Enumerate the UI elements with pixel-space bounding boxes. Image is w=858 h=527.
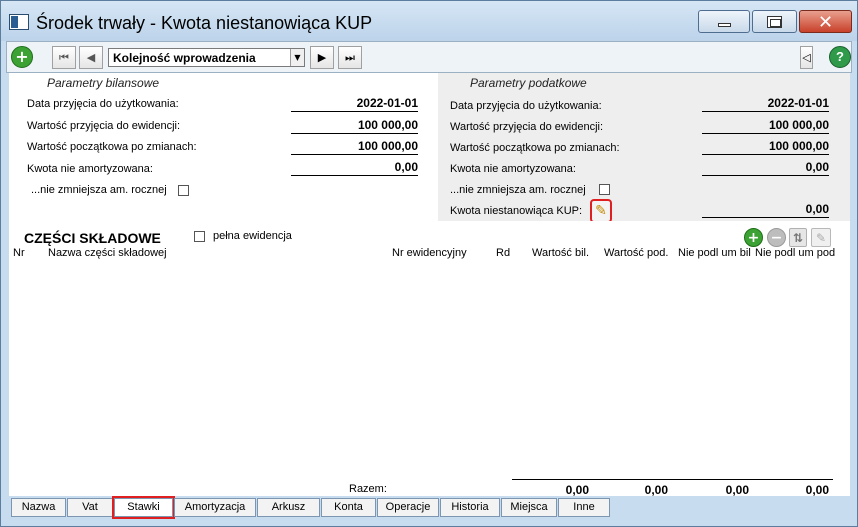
bilansowe-header: Parametry bilansowe	[47, 76, 160, 90]
column-header-nr[interactable]: Nr	[13, 247, 25, 259]
totals-divider	[512, 479, 833, 480]
column-header-rd[interactable]: Rd	[496, 247, 510, 259]
edit-component-icon[interactable]: ✎	[811, 228, 831, 247]
total-balance-value: 0,00	[565, 483, 589, 497]
total-non-amort-pod: 0,00	[805, 483, 829, 497]
tab-inne[interactable]: Inne	[558, 498, 610, 517]
bil-label-2: Wartość przyjęcia do ewidencji:	[27, 120, 181, 132]
full-record-checkbox[interactable]	[194, 231, 205, 242]
tab-stawki[interactable]: Stawki	[112, 496, 175, 519]
tab-operacje[interactable]: Operacje	[377, 498, 439, 517]
tab-amortyzacja[interactable]: Amortyzacja	[174, 498, 256, 517]
app-icon	[9, 14, 29, 30]
chevron-down-icon[interactable]: ▼	[290, 49, 304, 66]
last-record-button[interactable]: ⏭	[338, 46, 362, 69]
close-icon: ✕	[817, 12, 834, 33]
edit-pencil-icon[interactable]: ✎	[590, 199, 612, 223]
pod-label-1: Data przyjęcia do użytkowania:	[450, 100, 602, 112]
kup-value[interactable]: 0,00	[702, 202, 829, 218]
first-record-button[interactable]: ⏮	[52, 46, 76, 69]
add-component-icon[interactable]: +	[744, 228, 763, 247]
window: Środek trwały - Kwota niestanowiąca KUP …	[0, 0, 858, 527]
order-select-value: Kolejność wprowadzenia	[113, 51, 256, 65]
tab-bar: Nazwa Vat Stawki Amortyzacja Arkusz Kont…	[6, 496, 852, 521]
minimize-button[interactable]	[698, 10, 750, 33]
collapse-arrow-icon[interactable]: ◁	[800, 46, 813, 69]
next-record-button[interactable]: ▶	[310, 46, 334, 69]
tab-historia[interactable]: Historia	[440, 498, 500, 517]
bil-label-3: Wartość początkowa po zmianach:	[27, 141, 197, 153]
bil-label-1: Data przyjęcia do użytkowania:	[27, 98, 179, 110]
bil-value-2[interactable]: 100 000,00	[291, 118, 418, 134]
column-header-non-amort-pod[interactable]: Nie podl um pod	[755, 247, 835, 259]
pod-no-reduce-checkbox[interactable]	[599, 184, 610, 195]
total-tax-value: 0,00	[644, 483, 668, 497]
pod-value-3[interactable]: 100 000,00	[702, 139, 829, 155]
remove-component-icon[interactable]: −	[767, 228, 786, 247]
full-record-label: pełna ewidencja	[213, 230, 292, 242]
minimize-icon	[718, 23, 731, 27]
toolbar: + ⏮ ◀ Kolejność wprowadzenia ▼ ▶ ⏭ ◁ ?	[6, 41, 852, 73]
pod-label-3: Wartość początkowa po zmianach:	[450, 142, 620, 154]
window-title: Środek trwały - Kwota niestanowiąca KUP	[36, 13, 373, 33]
bil-no-reduce-checkbox[interactable]	[178, 185, 189, 196]
order-select[interactable]: Kolejność wprowadzenia ▼	[108, 48, 305, 67]
previous-record-button[interactable]: ◀	[79, 46, 103, 69]
bil-checkbox-label: ...nie zmniejsza am. rocznej	[31, 184, 167, 196]
column-header-inventory-number[interactable]: Nr ewidencyjny	[392, 247, 467, 259]
tab-miejsca[interactable]: Miejsca	[501, 498, 557, 517]
bil-value-1[interactable]: 2022-01-01	[291, 96, 418, 112]
help-icon[interactable]: ?	[829, 46, 851, 68]
maximize-icon	[767, 16, 782, 28]
column-header-non-amort-bil[interactable]: Nie podl um bil	[678, 247, 751, 259]
sort-arrows-icon[interactable]: ⇅	[789, 228, 807, 247]
components-section: CZĘŚCI SKŁADOWE pełna ewidencja + − ⇅ ✎ …	[9, 221, 850, 497]
total-label: Razem:	[349, 483, 387, 495]
tab-konta[interactable]: Konta	[321, 498, 376, 517]
add-icon[interactable]: +	[11, 46, 33, 68]
column-header-name[interactable]: Nazwa części składowej	[48, 247, 167, 259]
bil-value-3[interactable]: 100 000,00	[291, 139, 418, 155]
pod-value-2[interactable]: 100 000,00	[702, 118, 829, 134]
podatkowe-header: Parametry podatkowe	[470, 76, 587, 90]
parameters-panel: Parametry bilansowe Data przyjęcia do uż…	[9, 73, 850, 223]
pod-label-4: Kwota nie amortyzowana:	[450, 163, 576, 175]
tab-vat[interactable]: Vat	[67, 498, 113, 517]
kup-label: Kwota niestanowiąca KUP:	[450, 205, 583, 217]
close-button[interactable]: ✕	[799, 10, 852, 33]
total-non-amort-bil: 0,00	[725, 483, 749, 497]
pod-checkbox-label: ...nie zmniejsza am. rocznej	[450, 184, 586, 196]
bil-value-4[interactable]: 0,00	[291, 160, 418, 176]
maximize-button[interactable]	[752, 10, 797, 33]
components-title: CZĘŚCI SKŁADOWE	[24, 230, 161, 246]
title-bar: Środek trwały - Kwota niestanowiąca KUP …	[1, 1, 857, 41]
column-header-balance-value[interactable]: Wartość bil.	[532, 247, 589, 259]
bil-label-4: Kwota nie amortyzowana:	[27, 163, 153, 175]
pod-value-1[interactable]: 2022-01-01	[702, 96, 829, 112]
pod-value-4[interactable]: 0,00	[702, 160, 829, 176]
tab-nazwa[interactable]: Nazwa	[11, 498, 66, 517]
tab-arkusz[interactable]: Arkusz	[257, 498, 320, 517]
column-header-tax-value[interactable]: Wartość pod.	[604, 247, 668, 259]
pod-label-2: Wartość przyjęcia do ewidencji:	[450, 121, 604, 133]
